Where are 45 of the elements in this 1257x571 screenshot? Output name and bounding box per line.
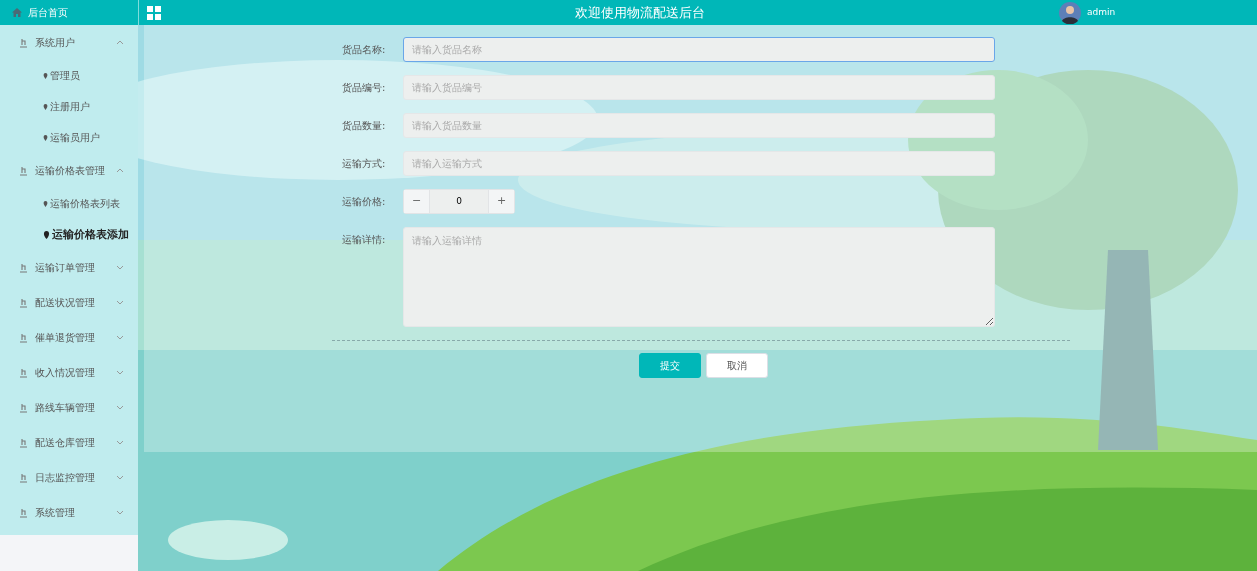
chevron-down-icon: [116, 440, 124, 445]
menu-group[interactable]: 系统用户: [0, 25, 138, 60]
menu-item[interactable]: 运输价格表添加: [0, 219, 138, 250]
number-field[interactable]: 0: [429, 190, 489, 213]
text-area[interactable]: 请输入运输详情: [403, 227, 995, 327]
increment-button[interactable]: +: [489, 190, 514, 213]
chevron-down-icon: [116, 300, 124, 305]
field-label: 货品编号:: [342, 81, 387, 95]
menu-item[interactable]: 运输员用户: [0, 122, 138, 153]
decrement-button[interactable]: −: [404, 190, 429, 213]
home-icon: [12, 8, 22, 17]
chevron-down-icon: [116, 510, 124, 515]
menu-group[interactable]: 运输价格表管理: [0, 153, 138, 188]
menu-group[interactable]: 收入情况管理: [0, 355, 138, 390]
chevron-up-icon: [116, 40, 124, 45]
bullet-icon: [43, 103, 48, 110]
menu-group[interactable]: 路线车辆管理: [0, 390, 138, 425]
chevron-down-icon: [116, 405, 124, 410]
menu-group[interactable]: 系统管理: [0, 495, 138, 530]
menu-item[interactable]: 管理员: [0, 60, 138, 91]
field-label: 货品名称:: [342, 43, 387, 57]
cancel-button[interactable]: 取消: [705, 353, 768, 378]
number-stepper[interactable]: − 0 +: [403, 189, 515, 214]
menu-item[interactable]: 注册用户: [0, 91, 138, 122]
menu-group[interactable]: 催单退货管理: [0, 320, 138, 355]
field-label: 货品数量:: [342, 119, 387, 133]
chevron-down-icon: [116, 475, 124, 480]
field-label: 运输详情:: [342, 233, 387, 247]
field-label: 运输价格:: [342, 195, 387, 209]
chevron-down-icon: [116, 370, 124, 375]
bullet-icon: [43, 72, 48, 79]
chevron-down-icon: [116, 265, 124, 270]
chevron-down-icon: [116, 335, 124, 340]
page-title: 欢迎使用物流配送后台: [574, 3, 706, 22]
chevron-up-icon: [116, 168, 124, 173]
menu-group[interactable]: 配送状况管理: [0, 285, 138, 320]
bullet-icon: [43, 230, 50, 239]
avatar-icon[interactable]: [1059, 1, 1081, 24]
menu-item[interactable]: 运输价格表列表: [0, 188, 138, 219]
menu-group[interactable]: 配送仓库管理: [0, 425, 138, 460]
field-label: 运输方式:: [342, 157, 387, 171]
menu-group[interactable]: 日志监控管理: [0, 460, 138, 495]
menu-group[interactable]: 运输订单管理: [0, 250, 138, 285]
bullet-icon: [43, 134, 48, 141]
bullet-icon: [43, 200, 48, 207]
